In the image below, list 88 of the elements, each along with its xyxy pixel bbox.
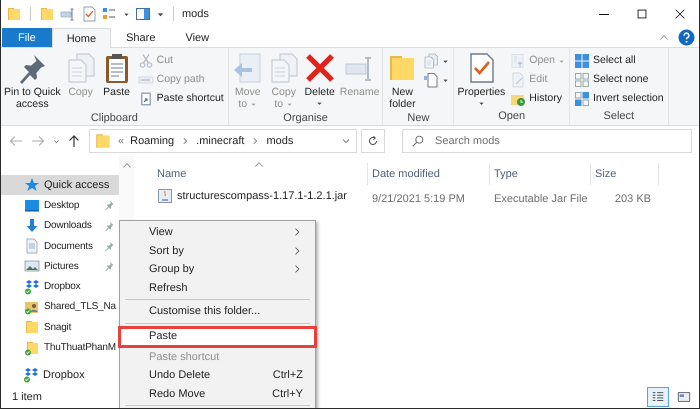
scissors-icon [138,53,154,69]
menu-item[interactable]: Refresh [122,278,313,297]
pages-icon [423,53,440,69]
menu-item[interactable]: Sort by [122,242,313,260]
group-label: Organise [282,111,329,125]
group-label: New [406,111,430,125]
ribbon-button[interactable]: History [508,90,567,108]
menu-item[interactable]: Customise this folder... [122,302,313,320]
menu-item[interactable]: Paste [118,326,317,348]
details-view-button[interactable] [647,387,669,407]
details-view-icon [651,390,665,404]
sidebar-item[interactable]: Desktop [1,195,119,216]
caret-icon [123,10,130,18]
ribbon-tab[interactable]: Home [52,28,112,48]
column-header[interactable]: Name [157,168,186,180]
folder-icon [39,6,55,22]
dropbox-icon [23,366,39,383]
download-icon [24,218,40,234]
folder-icon [94,132,112,150]
group-label: Select [602,109,636,124]
ribbon-button[interactable]: Invert selection [572,90,666,108]
ribbon-button[interactable]: Paste [100,51,134,111]
breadcrumb[interactable]: .minecraft [196,132,244,150]
dropbox-icon [24,278,40,295]
ribbon-button[interactable]: Delete [302,51,337,111]
picture-icon [24,258,40,274]
sidebar-item[interactable]: Quick access [1,175,119,196]
file-name[interactable]: structurescompass-1.17.1-1.2.1.jar [177,188,347,205]
table-cell: Executable Jar File [494,192,588,205]
page-icon [423,72,440,88]
folder-icon [24,319,40,336]
refresh-button[interactable] [361,129,385,153]
ribbon-button[interactable]: Select all [572,52,666,70]
column-header[interactable]: Type [494,168,518,180]
ribbon-button[interactable]: New folder [385,51,420,111]
breadcrumb[interactable]: Roaming [130,132,174,150]
text-cursor-icon [60,6,76,22]
delete-icon [304,52,336,84]
column-header[interactable]: Size [595,168,616,180]
grid-icon [574,91,590,107]
window-title: mods [182,6,209,22]
close-icon [673,7,687,21]
jar-file-icon [157,188,173,204]
menu-item[interactable]: Group by [122,260,313,278]
ribbon-button[interactable]: Paste shortcut [136,90,226,108]
sidebar-item[interactable]: Downloads [1,216,119,236]
menu-item[interactable]: Undo Delete Ctrl+Z [122,366,313,384]
list-icon [102,6,118,22]
breadcrumb[interactable]: mods [266,132,294,150]
sidebar-item[interactable]: Dropbox [1,364,119,385]
sidebar-item[interactable]: Snagit [1,317,119,338]
maximize-icon [635,7,649,21]
table-cell: 203 KB [614,192,651,205]
refresh-icon [366,134,380,148]
ribbon-button[interactable]: Properties [456,51,506,109]
panel-icon [135,6,151,22]
ribbon-tab[interactable]: Share [111,28,170,47]
folder-icon [6,6,22,22]
item-count: 1 item [12,390,42,405]
sidebar-item[interactable]: Shared_TLS_Na [1,296,119,318]
ribbon-tab[interactable]: File [2,28,52,47]
group-label: Open [497,109,526,124]
search-field[interactable]: Search mods [402,129,692,153]
star-icon [24,177,40,194]
check-page-icon [81,6,97,22]
sidebar-item[interactable]: ThuThuatPhanM [1,337,119,358]
overflow-indicator[interactable]: « [118,132,124,150]
search-icon [411,134,425,148]
large-icons-view-icon [677,390,691,404]
grid-icon [574,72,590,88]
table-cell: 9/21/2021 5:19 PM [372,192,465,205]
folder-icon [24,340,40,356]
column-header[interactable]: Date modified [372,168,440,180]
help-icon [678,29,695,46]
document-icon [24,238,40,254]
sidebar-item[interactable]: Pictures [1,256,119,276]
page-icon [510,72,526,88]
ribbon-tab[interactable]: View [170,28,224,47]
menu-item[interactable]: View [122,223,313,242]
address-bar[interactable]: « Roaming .minecraft mods [89,129,357,153]
menu-item[interactable]: Redo Move Ctrl+Y [122,384,313,403]
group-label: Clipboard [90,111,139,125]
grid-icon [574,53,590,69]
ribbon-button[interactable]: Select none [572,71,666,89]
sidebar-item[interactable]: Documents [1,236,119,256]
sidebar-item[interactable]: Dropbox [1,276,119,297]
ribbon-button[interactable]: Pin to Quick access [3,51,62,111]
monitor-icon [24,197,40,214]
